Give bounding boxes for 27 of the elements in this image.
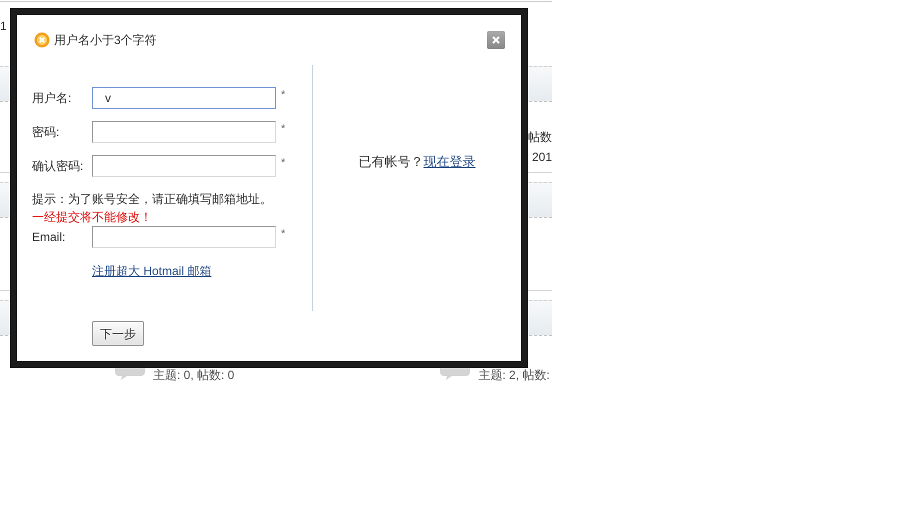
- dialog-title: 用户名小于3个字符: [54, 32, 157, 49]
- error-icon: [34, 32, 50, 48]
- field-label: 用户名:: [32, 90, 72, 107]
- field-label: 密码:: [32, 124, 60, 141]
- forum-stats: 主题: 0, 帖数: 0: [153, 367, 234, 384]
- field-label: 确认密码:: [32, 158, 84, 175]
- login-link[interactable]: 现在登录: [424, 152, 476, 172]
- hotmail-link[interactable]: 注册超大 Hotmail 邮箱: [92, 262, 212, 280]
- input-field[interactable]: v: [92, 87, 276, 109]
- hint-text: 提示：为了账号安全，请正确填写邮箱地址。: [32, 191, 273, 208]
- input-field[interactable]: [92, 155, 276, 177]
- close-button[interactable]: [487, 31, 505, 49]
- forum-stats: 主题: 2, 帖数:: [478, 367, 550, 384]
- cell-text: 201: [532, 149, 552, 166]
- next-button[interactable]: 下一步: [92, 321, 144, 346]
- required-mark: *: [281, 122, 286, 137]
- required-mark: *: [281, 227, 286, 242]
- required-mark: *: [281, 88, 286, 103]
- warning-text: 一经提交将不能修改！: [32, 209, 153, 226]
- cell-text: 1: [0, 19, 7, 33]
- field-label: Email:: [32, 229, 66, 246]
- input-field[interactable]: [92, 226, 276, 248]
- close-icon: [491, 35, 501, 45]
- input-field[interactable]: [92, 121, 276, 143]
- required-mark: *: [281, 156, 286, 171]
- login-prompt: 已有帐号？: [358, 153, 424, 172]
- cell-text: 帖数: [528, 129, 552, 146]
